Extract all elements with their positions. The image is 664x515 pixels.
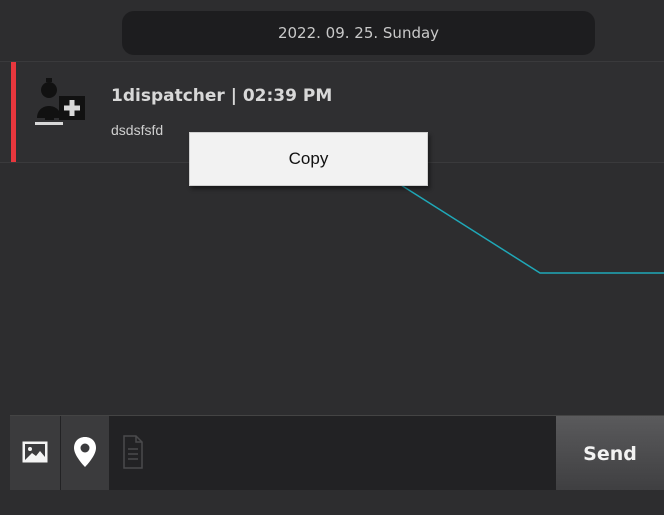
sender-and-time: 1dispatcher | 02:39 PM	[111, 86, 333, 106]
date-label: 2022. 09. 25. Sunday	[277, 24, 440, 42]
copy-menu-item[interactable]: Copy	[289, 149, 329, 169]
location-pin-icon	[73, 436, 97, 472]
bottom-bar	[0, 490, 664, 515]
share-location-button[interactable]	[61, 416, 109, 491]
image-icon	[22, 441, 48, 467]
message-input[interactable]	[156, 416, 560, 493]
unread-indicator	[11, 62, 16, 162]
chat-window: 2022. 09. 25. Sunday 1dispatcher | 02:39…	[0, 0, 664, 515]
document-icon	[122, 434, 144, 473]
send-button[interactable]: Send	[556, 416, 664, 491]
attach-image-button[interactable]	[10, 416, 60, 491]
message-text[interactable]: dsdsfsfd	[111, 122, 163, 138]
attach-file-button[interactable]	[110, 416, 155, 491]
send-label: Send	[583, 442, 637, 465]
user-add-icon	[33, 76, 89, 128]
message-composer: Send	[10, 415, 664, 493]
context-menu: Copy	[189, 132, 428, 186]
date-separator: 2022. 09. 25. Sunday	[122, 11, 595, 55]
